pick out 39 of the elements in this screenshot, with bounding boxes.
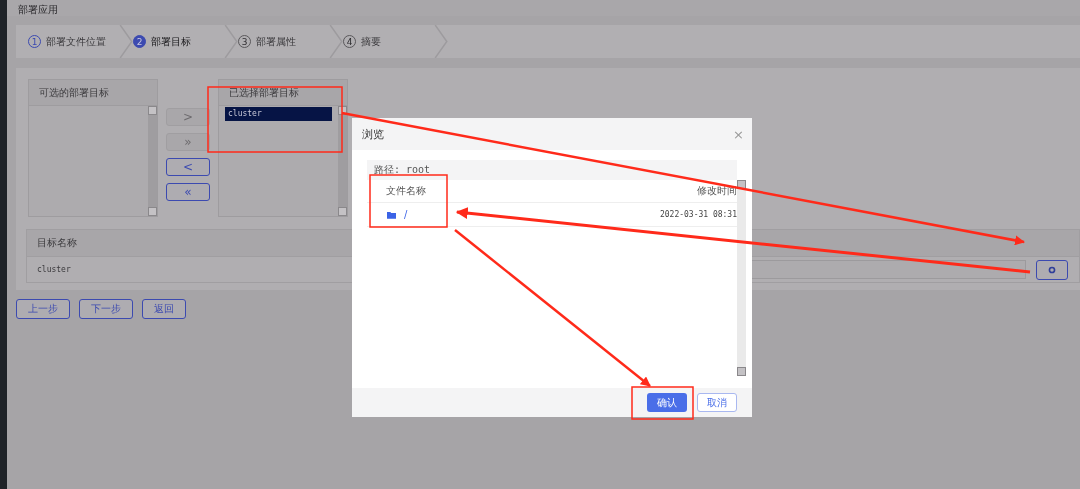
- modified-time: 2022-03-31 08:31: [659, 210, 737, 219]
- scrollbar[interactable]: [737, 180, 746, 376]
- cancel-button[interactable]: 取消: [697, 393, 737, 412]
- confirm-button[interactable]: 确认: [647, 393, 687, 412]
- scrollbar[interactable]: [338, 106, 347, 216]
- step-label: 部署目标: [151, 34, 191, 49]
- column-header: 文件名称: [386, 184, 426, 198]
- list-header: 可选的部署目标: [29, 80, 157, 106]
- nav-button[interactable]: 下一步: [79, 299, 133, 319]
- file-row[interactable]: / 2022-03-31 08:31: [367, 203, 737, 227]
- chevron-icon: [224, 25, 238, 58]
- chevron-icon: [329, 25, 343, 58]
- highlight-frame: [631, 386, 694, 420]
- window-title: 部署应用: [18, 4, 58, 16]
- step-tab[interactable]: 1 部署文件位置: [28, 25, 133, 58]
- step-number: 2: [133, 35, 146, 48]
- scrollbar[interactable]: [148, 106, 157, 216]
- list-item[interactable]: cluster: [225, 107, 332, 121]
- table-cell: cluster: [37, 265, 71, 274]
- folder-icon: [387, 210, 396, 219]
- step-label: 摘要: [361, 34, 381, 49]
- transfer-button[interactable]: <: [166, 158, 210, 176]
- chevron-icon: [119, 25, 133, 58]
- step-label: 部署文件位置: [46, 34, 106, 49]
- transfer-button[interactable]: «: [166, 183, 210, 201]
- list-header: 已选择部署目标: [219, 80, 347, 106]
- browse-button[interactable]: [1036, 259, 1068, 280]
- dialog-title: 浏览: [362, 126, 384, 142]
- nav-button[interactable]: 返回: [142, 299, 186, 319]
- column-header: 目标名称: [37, 236, 77, 250]
- step-label: 部署属性: [256, 34, 296, 49]
- nav-button[interactable]: 上一步: [16, 299, 70, 319]
- close-button[interactable]: ×: [733, 126, 744, 142]
- circle-icon: [1048, 265, 1056, 274]
- file-name: /: [404, 209, 408, 220]
- step-tab[interactable]: 2 部署目标: [133, 25, 238, 58]
- step-tab[interactable]: 3 部署属性: [238, 25, 343, 58]
- step-tab[interactable]: 4 摘要: [343, 25, 448, 58]
- path-label: 路径: root: [374, 163, 431, 177]
